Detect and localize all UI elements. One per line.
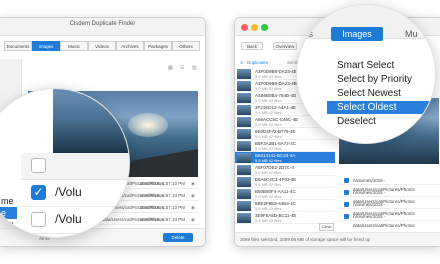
- group-size: 5.6 MB 42 files: [255, 182, 282, 187]
- tab-music[interactable]: Music: [60, 41, 88, 51]
- checkbox[interactable]: [31, 158, 46, 173]
- eye-icon[interactable]: ◉: [190, 179, 196, 189]
- menu-item-select-oldest[interactable]: Select Oldest: [327, 101, 435, 114]
- table-row[interactable]: /Volumes/1015 - data/Users/cat/Pictures/…: [339, 212, 440, 228]
- window-title: Cisdem Duplicate Finder: [69, 21, 136, 27]
- thumbnail: [237, 165, 251, 175]
- menu-item[interactable]: me: [0, 195, 17, 207]
- table-row[interactable]: /Volumes/1015 - data/Users/cat/Pictures/…: [339, 188, 440, 204]
- group-size: 5.6 MB 42 files: [255, 110, 282, 115]
- list-item[interactable]: 5BE2F8E8-44B3-4C 5.6 MB 42 files: [235, 200, 335, 212]
- group-size: 5.6 MB 42 files: [255, 86, 282, 91]
- thumbnail: [237, 81, 251, 91]
- file-path: /Volumes/1015 - data/Users/cat/Pictures/…: [353, 214, 415, 228]
- eye-icon[interactable]: ◉: [190, 203, 196, 213]
- tab-duplicates[interactable]: Duplicates: [247, 60, 268, 66]
- thumbnail: [237, 189, 251, 199]
- group-size: 5.6 MB 42 files: [255, 98, 282, 103]
- eye-icon[interactable]: ◉: [190, 215, 196, 225]
- group-size: 5.6 MB 42 files: [255, 146, 282, 151]
- group-size: 5.6 MB 42 files: [255, 134, 282, 139]
- clear-button[interactable]: Clear: [319, 223, 334, 231]
- list-item[interactable]: B50B50F4-AA11-4C 5.6 MB 42 files: [235, 188, 335, 200]
- thumbnail: [237, 69, 251, 79]
- list-item[interactable]: A5F07DE2-2D7C-4 5.6 MB 42 files: [235, 164, 335, 176]
- list-view-icon[interactable]: ☰: [180, 65, 184, 71]
- table-row[interactable]: /Volumes/1015 - data/Users/cat/Pictures/…: [339, 200, 440, 216]
- menu-item-select-newest[interactable]: Select Newest: [327, 87, 435, 100]
- menu-item-deselect[interactable]: Deselect: [327, 115, 435, 128]
- menu-item-smart-select[interactable]: Smart Select: [327, 59, 435, 72]
- list-item[interactable]: E6A6C4C3-4F93-4E 5.6 MB 42 files: [235, 176, 335, 188]
- preview-sunlight: [128, 113, 168, 137]
- back-button[interactable]: Back: [241, 42, 263, 50]
- menu-item-selected[interactable]: e: [0, 207, 17, 219]
- magnified-toolbar: nts Images Mu: [297, 5, 435, 41]
- magnified-path: /Volu: [55, 185, 82, 199]
- eye-icon[interactable]: ◉: [190, 191, 196, 201]
- list-item[interactable]: B5F3A2B1-6A72-4C 5.6 MB 42 files: [235, 140, 335, 152]
- group-size: 5.6 MB 42 files: [255, 170, 282, 175]
- menu-item[interactable]: pe: [0, 231, 17, 237]
- tab-images[interactable]: Images: [32, 41, 60, 51]
- checkbox[interactable]: [31, 212, 46, 227]
- group-size: 5.6 MB 42 files: [255, 74, 282, 79]
- column-view-icon[interactable]: ▥: [192, 65, 197, 71]
- title-bar: Cisdem Duplicate Finder: [0, 18, 205, 36]
- delete-button[interactable]: Delete: [163, 233, 193, 242]
- magnified-row[interactable]: /Volu: [21, 207, 129, 234]
- file-date: 2020/5/18, 6:57:10 PM: [139, 205, 185, 210]
- table-row[interactable]: /Volumes/1015 - data/Users/cat/Pictures/…: [339, 176, 440, 192]
- thumbnail: [237, 177, 251, 187]
- group-size: 5.6 MB 42 files: [255, 206, 282, 211]
- minimize-window-icon[interactable]: [251, 24, 258, 31]
- zoom-window-icon[interactable]: [261, 24, 268, 31]
- group-size: 5.6 MB 42 files: [255, 218, 282, 223]
- tab-music[interactable]: Mu: [405, 27, 418, 41]
- file-date: 2020/5/18, 6:57:10 PM: [139, 217, 185, 222]
- tab-videos[interactable]: Videos: [88, 41, 116, 51]
- tab-images[interactable]: Images: [331, 27, 383, 41]
- thumbnail: [237, 213, 251, 223]
- menu-item-select-by-priority[interactable]: Select by Priority: [327, 73, 435, 86]
- thumbnail: [237, 153, 251, 163]
- tab-archives[interactable]: Archives: [116, 41, 144, 51]
- thumbnail: [237, 141, 251, 151]
- grid-view-icon[interactable]: ▦: [168, 65, 173, 71]
- tab-packages[interactable]: Packages: [144, 41, 172, 51]
- thumbnail: [237, 117, 251, 127]
- category-tabs: Documents Images Music Videos Archives P…: [0, 41, 205, 51]
- group-size: 5.6 MB 42 files: [255, 194, 282, 199]
- list-item-selected[interactable]: B5013141-BC33-4A 5.6 MB 42 files: [235, 152, 335, 164]
- magnified-row[interactable]: [21, 153, 129, 180]
- checkbox-checked[interactable]: [344, 214, 349, 219]
- magnifier-left: ✓ /Volu /Volu me e unt pe: [0, 88, 130, 238]
- duplicates-icon: ⊙: [240, 60, 244, 65]
- status-bar: 3069 files selected, 1009.06 MB of stora…: [235, 232, 440, 246]
- tab-documents[interactable]: nts: [301, 27, 313, 41]
- close-window-icon[interactable]: [241, 24, 248, 31]
- file-date: 2020/5/18, 6:57:10 PM: [139, 193, 185, 198]
- list-item[interactable]: 6E0D4F72-B778-4E 5.6 MB 42 files: [235, 128, 335, 140]
- checkbox-checked[interactable]: [344, 190, 349, 195]
- tab-documents[interactable]: Documents: [4, 41, 32, 51]
- checkbox-checked[interactable]: [344, 202, 349, 207]
- file-date: 2020/5/18, 4:57:10 PM: [139, 181, 185, 186]
- thumbnail: [237, 105, 251, 115]
- thumbnail: [237, 129, 251, 139]
- overview-button[interactable]: Overview: [273, 42, 297, 50]
- menu-item[interactable]: unt: [0, 219, 17, 231]
- magnified-image-preview: [53, 89, 129, 153]
- thumbnail: [237, 201, 251, 211]
- checkbox-checked[interactable]: [344, 178, 349, 183]
- tab-others[interactable]: Others: [172, 41, 200, 51]
- thumbnail: [237, 93, 251, 103]
- group-size: 5.6 MB 42 files: [255, 158, 282, 163]
- magnifier-right: nts Images Mu Smart Select Select by Pri…: [296, 4, 436, 144]
- group-size: 5.6 MB 42 files: [255, 122, 282, 127]
- magnified-path: /Volu: [55, 212, 82, 226]
- checkbox-checked[interactable]: ✓: [31, 185, 46, 200]
- magnified-row[interactable]: ✓ /Volu: [21, 180, 129, 207]
